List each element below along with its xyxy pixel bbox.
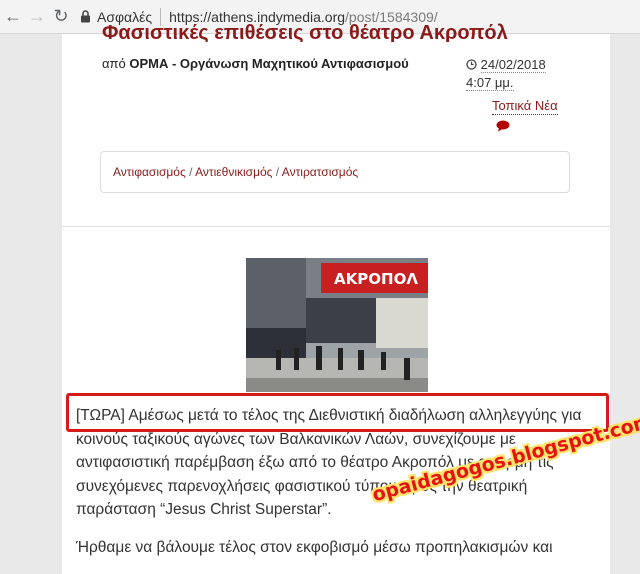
comment-icon[interactable] [496, 120, 510, 132]
category-link[interactable]: Τοπικά Νέα [492, 98, 558, 115]
post-page: Φασιστικές επιθέσεις στο θέατρο Ακροπόλ … [62, 22, 610, 574]
byline: από ΟΡΜΑ - Οργάνωση Μαχητικού Αντιφασισμ… [102, 56, 409, 71]
lock-icon [81, 10, 90, 23]
highlight-box [66, 393, 609, 432]
sign-text: ΑΚΡΟΠΟΛ [334, 270, 418, 288]
content-divider [62, 226, 610, 227]
forward-icon[interactable]: → [26, 6, 48, 28]
tag-link[interactable]: Αντιφασισμός [113, 165, 186, 179]
tag-link[interactable]: Αντιρατσισμός [282, 165, 358, 179]
author-link[interactable]: ΟΡΜΑ - Οργάνωση Μαχητικού Αντιφασισμού [129, 56, 408, 71]
article-paragraph: Ήρθαμε να βάλουμε τέλος στον εκφοβισμό μ… [76, 538, 553, 556]
article-photo[interactable]: ΑΚΡΟΠΟΛ [246, 258, 428, 392]
street-photo-image: ΑΚΡΟΠΟΛ [246, 258, 428, 392]
reload-icon[interactable]: ↻ [50, 6, 72, 28]
tag-separator: / [272, 165, 282, 179]
post-title: Φασιστικές επιθέσεις στο θέατρο Ακροπόλ [102, 22, 508, 42]
byline-prefix: από [102, 56, 126, 71]
clock-icon [466, 59, 477, 70]
post-date: 24/02/2018 4:07 μμ. [466, 56, 566, 92]
tag-link[interactable]: Αντιεθνικισμός [195, 165, 272, 179]
time-value: 4:07 μμ. [466, 75, 514, 91]
date-value: 24/02/2018 [480, 57, 546, 73]
tag-separator: / [185, 165, 196, 179]
back-icon[interactable]: ← [2, 6, 24, 28]
tags-box: Αντιφασισμός / Αντιεθνικισμός / Αντιρατσ… [100, 151, 570, 193]
